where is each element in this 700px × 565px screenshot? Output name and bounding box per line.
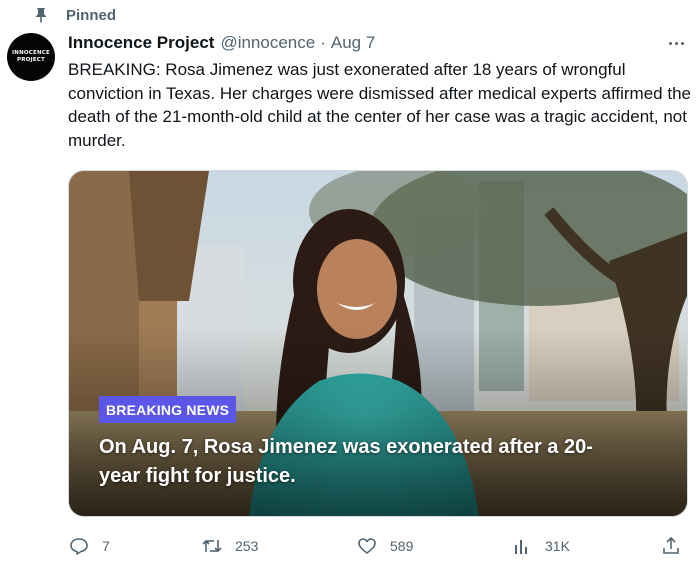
pin-icon xyxy=(30,5,52,25)
author-name[interactable]: Innocence Project xyxy=(68,33,214,53)
heart-icon xyxy=(356,535,378,557)
share-button[interactable] xyxy=(660,532,682,560)
avatar-logo-text-2: PROJECT xyxy=(17,57,45,63)
pinned-indicator: Pinned xyxy=(30,4,116,26)
reply-button[interactable]: 7 xyxy=(68,532,110,560)
avatar[interactable]: INNOCENCE PROJECT xyxy=(7,33,55,81)
media-caption: On Aug. 7, Rosa Jimenez was exonerated a… xyxy=(99,436,593,487)
tweet-text: BREAKING: Rosa Jimenez was just exonerat… xyxy=(68,60,691,150)
more-options-button[interactable] xyxy=(664,33,688,53)
avatar-logo-text-1: INNOCENCE xyxy=(12,50,50,56)
share-icon xyxy=(660,535,682,557)
retweet-button[interactable]: 253 xyxy=(201,532,258,560)
reply-count: 7 xyxy=(102,538,110,554)
more-icon xyxy=(668,41,672,45)
breaking-news-badge: BREAKING NEWS xyxy=(99,396,237,423)
pinned-label: Pinned xyxy=(66,6,117,24)
author-handle[interactable]: @innocence xyxy=(220,33,315,53)
analytics-icon xyxy=(511,535,533,557)
like-count: 589 xyxy=(390,538,414,554)
reply-icon xyxy=(68,535,90,557)
view-count: 31K xyxy=(545,538,570,554)
retweet-count: 253 xyxy=(235,538,259,554)
tweet-header: Innocence Project @innocence · Aug 7 xyxy=(68,31,375,55)
retweet-icon xyxy=(201,535,223,557)
tweet-media[interactable]: BREAKING NEWS On Aug. 7, Rosa Jimenez wa… xyxy=(68,170,688,517)
tweet-date[interactable]: Aug 7 xyxy=(331,33,375,53)
action-bar: 7 253 589 31K xyxy=(68,532,688,560)
views-button[interactable]: 31K xyxy=(511,532,570,560)
like-button[interactable]: 589 xyxy=(356,532,413,560)
separator-dot: · xyxy=(320,33,326,52)
